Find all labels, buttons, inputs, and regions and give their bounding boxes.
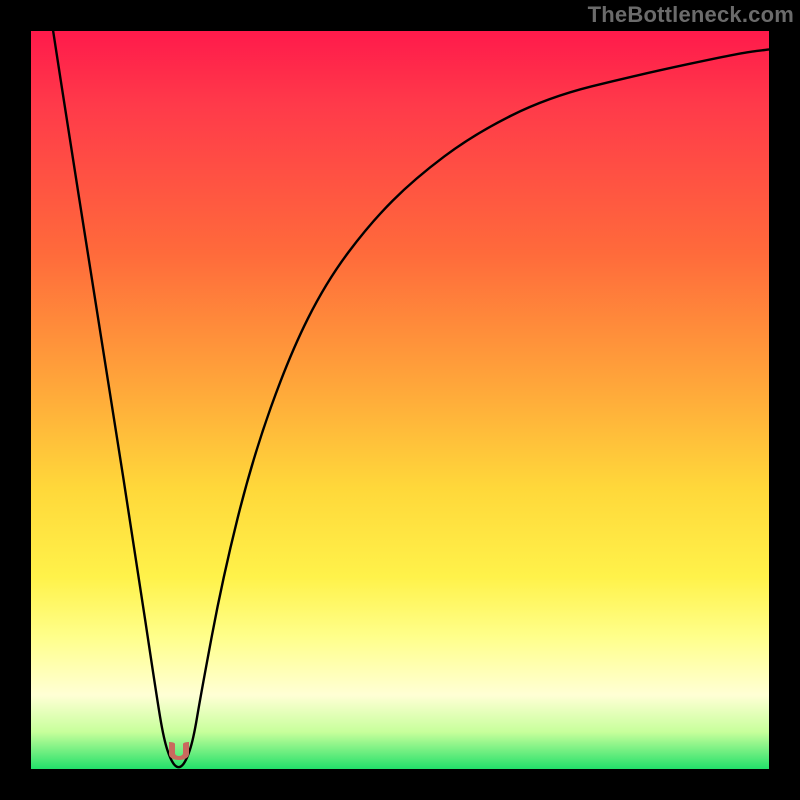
plot-area — [31, 31, 769, 769]
curve-layer — [31, 31, 769, 769]
watermark-text: TheBottleneck.com — [588, 2, 794, 28]
chart-frame: TheBottleneck.com — [0, 0, 800, 800]
bottleneck-curve — [53, 31, 769, 767]
